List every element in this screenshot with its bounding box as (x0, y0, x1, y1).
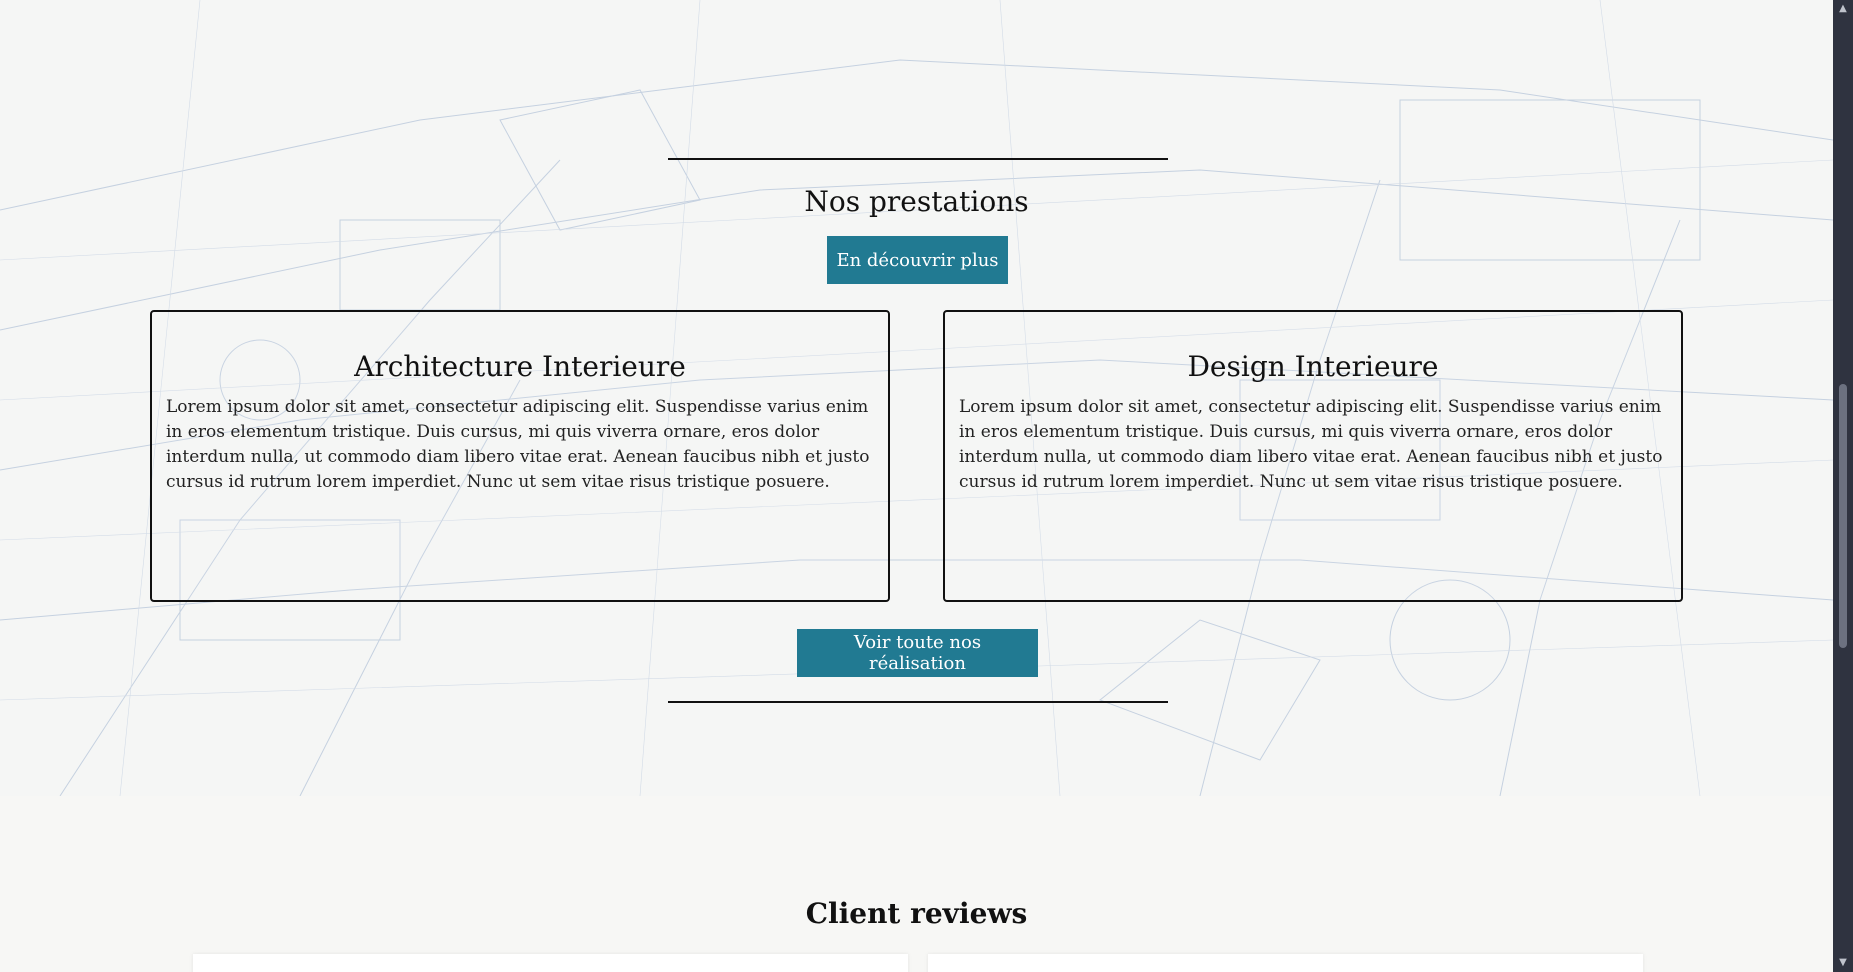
services-section: Nos prestations En découvrir plus Archit… (0, 0, 1833, 796)
discover-more-button[interactable]: En découvrir plus (827, 236, 1008, 284)
service-card-text: Lorem ipsum dolor sit amet, consectetur … (166, 397, 870, 492)
service-card-text: Lorem ipsum dolor sit amet, consectetur … (959, 397, 1663, 492)
top-divider (668, 158, 1168, 160)
service-card-title: Design Interieure (1187, 350, 1439, 383)
chevron-up-icon[interactable]: ▲ (1833, 2, 1853, 16)
review-card (928, 954, 1643, 972)
review-card (193, 954, 908, 972)
service-card-title: Architecture Interieure (354, 350, 686, 383)
vertical-scrollbar[interactable]: ▲ ▼ (1833, 0, 1853, 972)
page: Nos prestations En découvrir plus Archit… (0, 0, 1833, 972)
reviews-title: Client reviews (805, 897, 1028, 930)
view-all-realisations-button[interactable]: Voir toute nos réalisation (797, 629, 1038, 677)
service-card-design: Design Interieure Lorem ipsum dolor sit … (943, 310, 1683, 602)
service-card-architecture: Architecture Interieure Lorem ipsum dolo… (150, 310, 890, 602)
bottom-divider (668, 701, 1168, 703)
services-title: Nos prestations (804, 185, 1029, 218)
scrollbar-thumb[interactable] (1839, 384, 1847, 648)
chevron-down-icon[interactable]: ▼ (1833, 956, 1853, 970)
